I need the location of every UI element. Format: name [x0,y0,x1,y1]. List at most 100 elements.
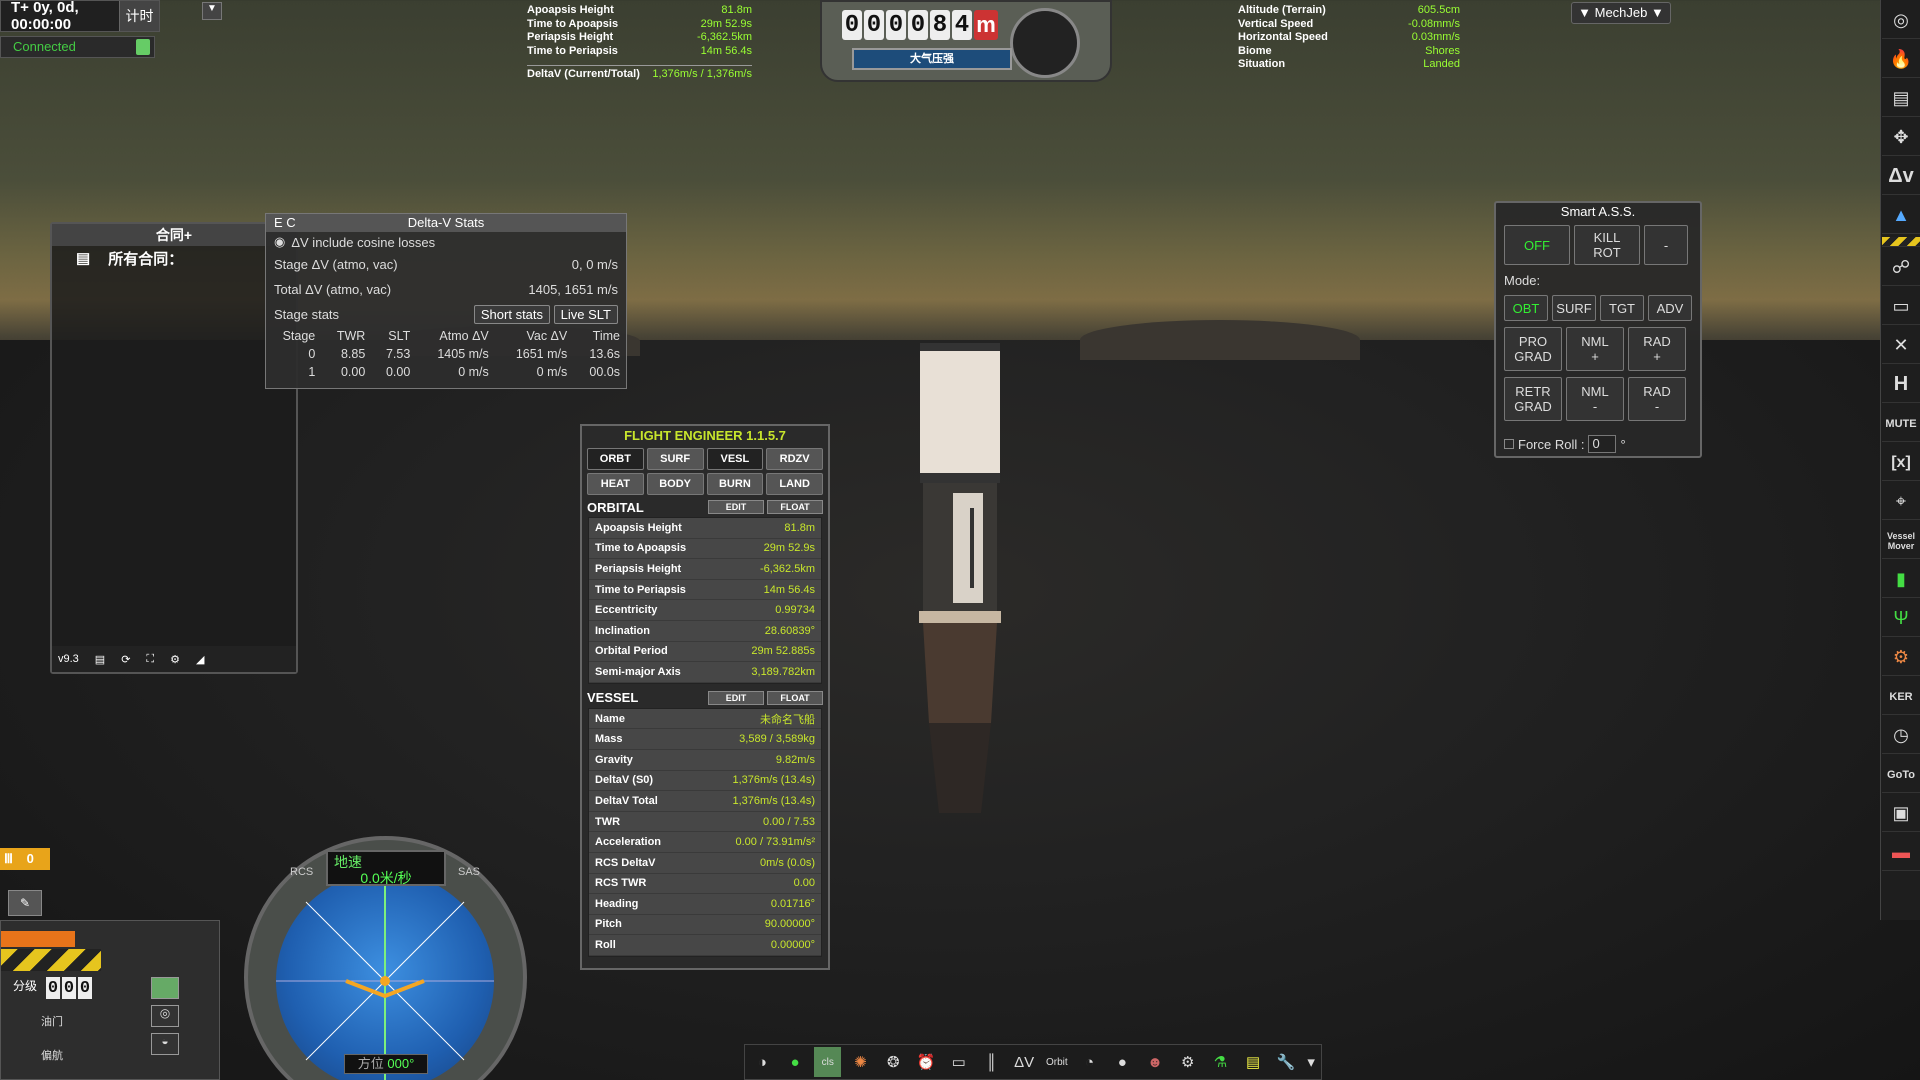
settings-icon[interactable]: ⚙ [170,653,180,666]
mode-tgt-button[interactable]: TGT [1600,295,1644,321]
rocket-vessel[interactable] [915,343,1005,823]
pin-icon[interactable]: ✎ [8,890,42,916]
tab-burn[interactable]: BURN [706,473,764,495]
orbital-edit-button[interactable]: EDIT [708,500,764,514]
deltav-stats-title: Delta-V Stats [407,215,485,230]
mic-icon[interactable]: ● [782,1047,809,1077]
mountain [1080,320,1360,360]
mode-surf-button[interactable]: SURF [1552,295,1596,321]
signal-icon[interactable]: ◎ [1882,3,1920,39]
cosine-toggle[interactable]: ◉ ΔV include cosine losses [266,232,626,252]
contracts-filter[interactable]: ▤ 所有合同： [52,246,296,270]
tab-heat[interactable]: HEAT [587,473,644,495]
force-roll-checkbox[interactable] [1504,439,1514,449]
deltav-toolbar-button[interactable]: ΔV [1011,1047,1038,1077]
sass-rad-button[interactable]: RAD + [1628,327,1686,371]
tab-orbt[interactable]: ORBT [587,448,644,470]
list-toggle-icon[interactable]: ▤ [95,653,105,666]
rcs-label[interactable]: RCS [290,866,313,878]
item-value: 3,189.782km [751,665,815,678]
mode-adv-button[interactable]: ADV [1648,295,1692,321]
timer-icon[interactable]: ◔ [1076,1047,1103,1077]
readout-value: Shores [1425,44,1460,57]
red-bar-icon[interactable]: ▬ [1882,835,1920,871]
kill-rot-button[interactable]: KILL ROT [1574,225,1640,265]
x-button[interactable]: [x] [1882,445,1920,481]
orbit-toolbar-button[interactable]: Orbit [1043,1047,1070,1077]
speed-display[interactable]: 地速 0.0米/秒 [326,850,446,886]
goto-button[interactable]: GoTo [1882,757,1920,793]
clock-icon[interactable]: ◷ [1882,718,1920,754]
resize-icon[interactable]: ⛶ [146,653,154,666]
sass-pro-button[interactable]: PRO GRAD [1504,327,1562,371]
battery-app-icon[interactable]: ▮ [1882,562,1920,598]
science-flask-icon[interactable]: ⚗ [1207,1047,1234,1077]
tab-rdzv[interactable]: RDZV [766,448,823,470]
heat-icon[interactable]: ✺ [847,1047,874,1077]
mechjeb-button[interactable]: ▼ MechJeb ▼ [1571,2,1671,24]
vessel-edit-button[interactable]: EDIT [708,690,764,705]
sass-rad-button[interactable]: RAD - [1628,377,1686,421]
parachute-icon[interactable]: ◒ [151,1033,179,1055]
kerbal-portrait-icon[interactable]: ☻ [1142,1047,1169,1077]
dropdown-icon[interactable]: ▾ [1305,1047,1317,1077]
corner-resize-icon[interactable]: ◢ [196,653,204,666]
sass-retr-button[interactable]: RETR GRAD [1504,377,1562,421]
refresh-icon[interactable]: ⟳ [121,653,130,666]
orbital-float-button[interactable]: FLOAT [767,500,823,514]
mode-obt-button[interactable]: OBT [1504,295,1548,321]
sass-nml-button[interactable]: NML - [1566,377,1624,421]
sass-off-button[interactable]: OFF [1504,225,1570,265]
list-item: Orbital Period 29m 52.885s [589,642,821,663]
tab-surf[interactable]: SURF [646,448,704,470]
camera-icon[interactable]: ▣ [1882,796,1920,832]
vessel-mover-button[interactable]: Vessel Mover [1882,523,1920,559]
force-roll-input[interactable]: 0 [1588,435,1617,453]
tab-body[interactable]: BODY [646,473,704,495]
live-slt-button[interactable]: Live SLT [553,305,618,324]
sas-label[interactable]: SAS [458,866,480,878]
altimeter-digits: 000084m [842,10,998,40]
table-header: TWR [336,329,366,343]
panel-icon[interactable]: ▭ [1882,289,1920,325]
settings-cog-icon[interactable]: ⚙ [1174,1047,1201,1077]
waypoint-icon[interactable]: ⌖ [1882,484,1920,520]
vessel-float-button[interactable]: FLOAT [767,690,823,705]
gauge-bars-icon[interactable]: ║ [978,1047,1005,1077]
aperture-icon[interactable]: ❂ [880,1047,907,1077]
flight-engineer-window: FLIGHT ENGINEER 1.1.5.7 ORBT SURF VESL RDZV… [580,424,830,970]
kac-icon[interactable]: ▭ [945,1047,972,1077]
cls-icon[interactable]: cls [814,1047,842,1077]
sass-dash-button[interactable]: - [1644,225,1688,265]
sass-nml-button[interactable]: NML + [1566,327,1624,371]
stage-stats-row: Stage stats Short stats Live SLT [266,302,626,327]
wrench-gear-icon[interactable]: ✥ [1882,120,1920,156]
tools-icon[interactable]: ✕ [1882,328,1920,364]
table-header: Stage [282,329,316,343]
fuel-icon[interactable]: 🔥 [1882,42,1920,78]
short-stats-button[interactable]: Short stats [473,305,551,324]
table-cell: 0.00 [340,365,366,379]
kerbal-icon[interactable]: ▲ [1882,198,1920,234]
wrench-icon[interactable]: 🔧 [1273,1047,1300,1077]
notes-icon[interactable]: ▤ [1882,81,1920,117]
tab-land[interactable]: LAND [766,473,823,495]
deltav-icon[interactable]: Δv [1882,159,1920,195]
notepad-icon[interactable]: ▤ [1240,1047,1267,1077]
ker-button[interactable]: KER [1882,679,1920,715]
decoupler-icon[interactable]: ◎ [151,1005,179,1027]
contrast-icon[interactable]: ◑ [749,1047,776,1077]
cog-icon[interactable]: ⚙ [1882,640,1920,676]
radio-icon[interactable]: ◉ [274,234,285,250]
chevron-down-icon[interactable]: ▼ [202,2,222,20]
alarm-icon[interactable]: ⏰ [913,1047,940,1077]
tab-vesl[interactable]: VESL [706,448,764,470]
orbit-icon[interactable]: ☍ [1882,250,1920,286]
planet-icon[interactable]: ● [1109,1047,1136,1077]
readout-label: Time to Apoapsis [527,17,619,30]
mute-button[interactable]: MUTE [1882,406,1920,442]
engine-icon[interactable] [151,977,179,999]
timer-button[interactable]: 计时 [119,1,159,31]
h-icon[interactable]: H [1882,367,1920,403]
fork-icon[interactable]: Ψ [1882,601,1920,637]
